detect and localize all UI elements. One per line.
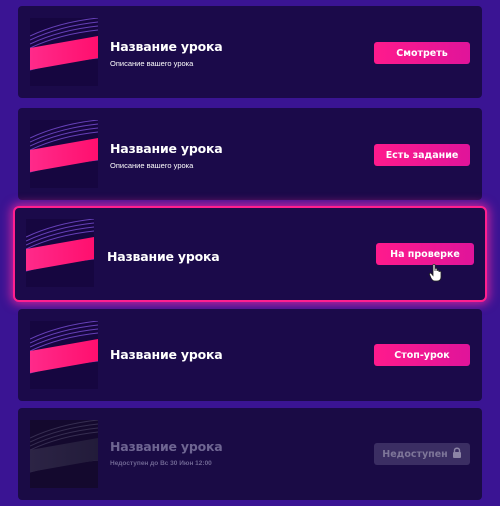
- lesson-title: Название урока: [110, 347, 223, 362]
- lesson-thumbnail: [30, 120, 98, 188]
- has-assignment-button[interactable]: Есть задание: [374, 144, 470, 166]
- lesson-card-5: Название урока Недоступен до Вс 30 Июн 1…: [18, 408, 482, 500]
- lesson-thumbnail: [30, 18, 98, 86]
- lesson-card-1: Название урока Описание вашего урока Смо…: [18, 6, 482, 98]
- unavailable-label: Недоступен: [382, 448, 448, 460]
- lesson-card-2: Название урока Описание вашего урока Ест…: [18, 108, 482, 200]
- watch-button[interactable]: Смотреть: [374, 42, 470, 64]
- lock-icon: [452, 447, 462, 461]
- lesson-availability: Недоступен до Вс 30 Июн 12:00: [110, 460, 212, 467]
- unavailable-button: Недоступен: [374, 443, 470, 465]
- lesson-thumbnail: [30, 321, 98, 389]
- lesson-thumbnail: [30, 420, 98, 488]
- under-review-button[interactable]: На проверке: [376, 243, 474, 265]
- hand-pointer-icon: [429, 263, 443, 287]
- lesson-thumbnail: [26, 219, 94, 287]
- stop-lesson-button[interactable]: Стоп-урок: [374, 344, 470, 366]
- lesson-description: Описание вашего урока: [110, 161, 194, 170]
- lesson-description: Описание вашего урока: [110, 59, 194, 68]
- lesson-title: Название урока: [110, 439, 223, 454]
- lesson-title: Название урока: [107, 249, 220, 264]
- lesson-title: Название урока: [110, 141, 223, 156]
- lesson-title: Название урока: [110, 39, 223, 54]
- lesson-card-4: Название урока Стоп-урок: [18, 309, 482, 401]
- lesson-card-3: Название урока На проверке: [13, 206, 487, 302]
